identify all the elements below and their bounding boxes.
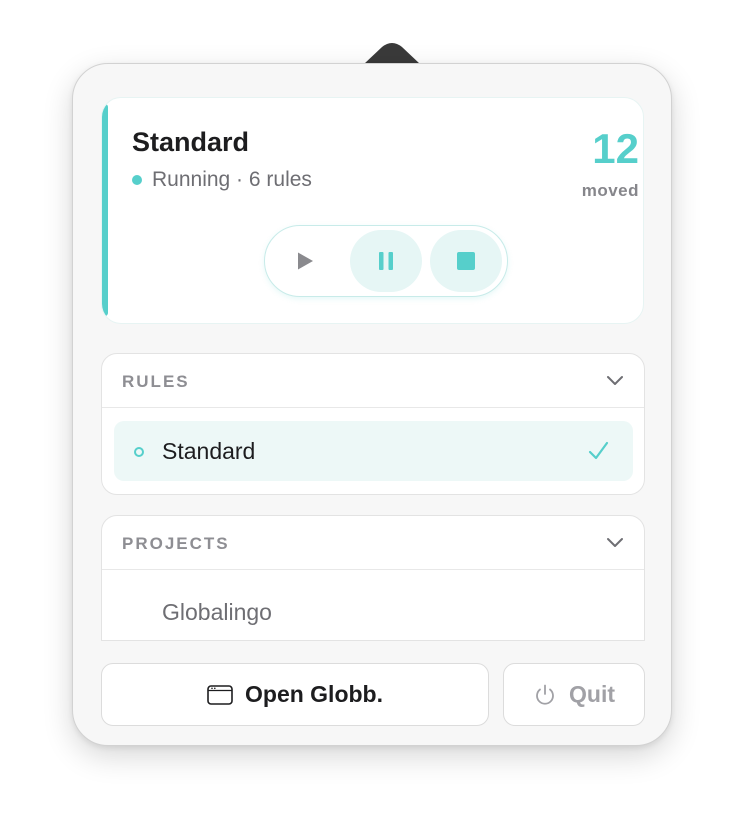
profile-title: Standard [132, 127, 250, 157]
stop-button[interactable] [430, 230, 502, 292]
rules-panel: RULES Standard [101, 353, 645, 495]
moved-count: 12 [592, 125, 639, 172]
checkmark-icon [588, 441, 609, 460]
quit-button[interactable]: Quit [503, 663, 645, 726]
chevron-down-icon [607, 376, 623, 385]
pause-icon [379, 252, 393, 270]
chevron-down-icon [607, 538, 623, 547]
rule-indicator-dot [134, 447, 144, 457]
rule-label: Standard [162, 438, 256, 464]
moved-label: moved [581, 181, 639, 200]
rules-panel-header[interactable]: RULES [102, 354, 644, 408]
project-item-globalingo[interactable]: Globalingo [102, 585, 644, 637]
rule-item-standard[interactable]: Standard [114, 421, 633, 481]
status-accent-bar [102, 104, 108, 316]
status-text: Running · 6 rules [152, 168, 312, 191]
menu-bar-popover: Standard Running · 6 rules 12 moved RULE… [72, 63, 672, 746]
stop-icon [457, 252, 475, 270]
play-button[interactable] [269, 230, 341, 292]
open-app-button[interactable]: Open Globb. [101, 663, 489, 726]
window-icon [207, 684, 233, 705]
status-card: Standard Running · 6 rules 12 moved [101, 97, 644, 324]
projects-title: PROJECTS [122, 534, 230, 553]
projects-panel-header[interactable]: PROJECTS [102, 516, 644, 570]
open-app-label: Open Globb. [245, 681, 383, 707]
projects-panel: PROJECTS Globalingo [101, 515, 645, 641]
play-icon [298, 252, 313, 270]
project-label: Globalingo [162, 599, 272, 625]
rules-title: RULES [122, 372, 190, 391]
status-line: Running · 6 rules [132, 168, 312, 192]
pause-button[interactable] [350, 230, 422, 292]
playback-controls [264, 225, 508, 297]
power-icon [533, 683, 557, 707]
quit-label: Quit [569, 681, 615, 707]
running-status-dot [132, 175, 142, 185]
